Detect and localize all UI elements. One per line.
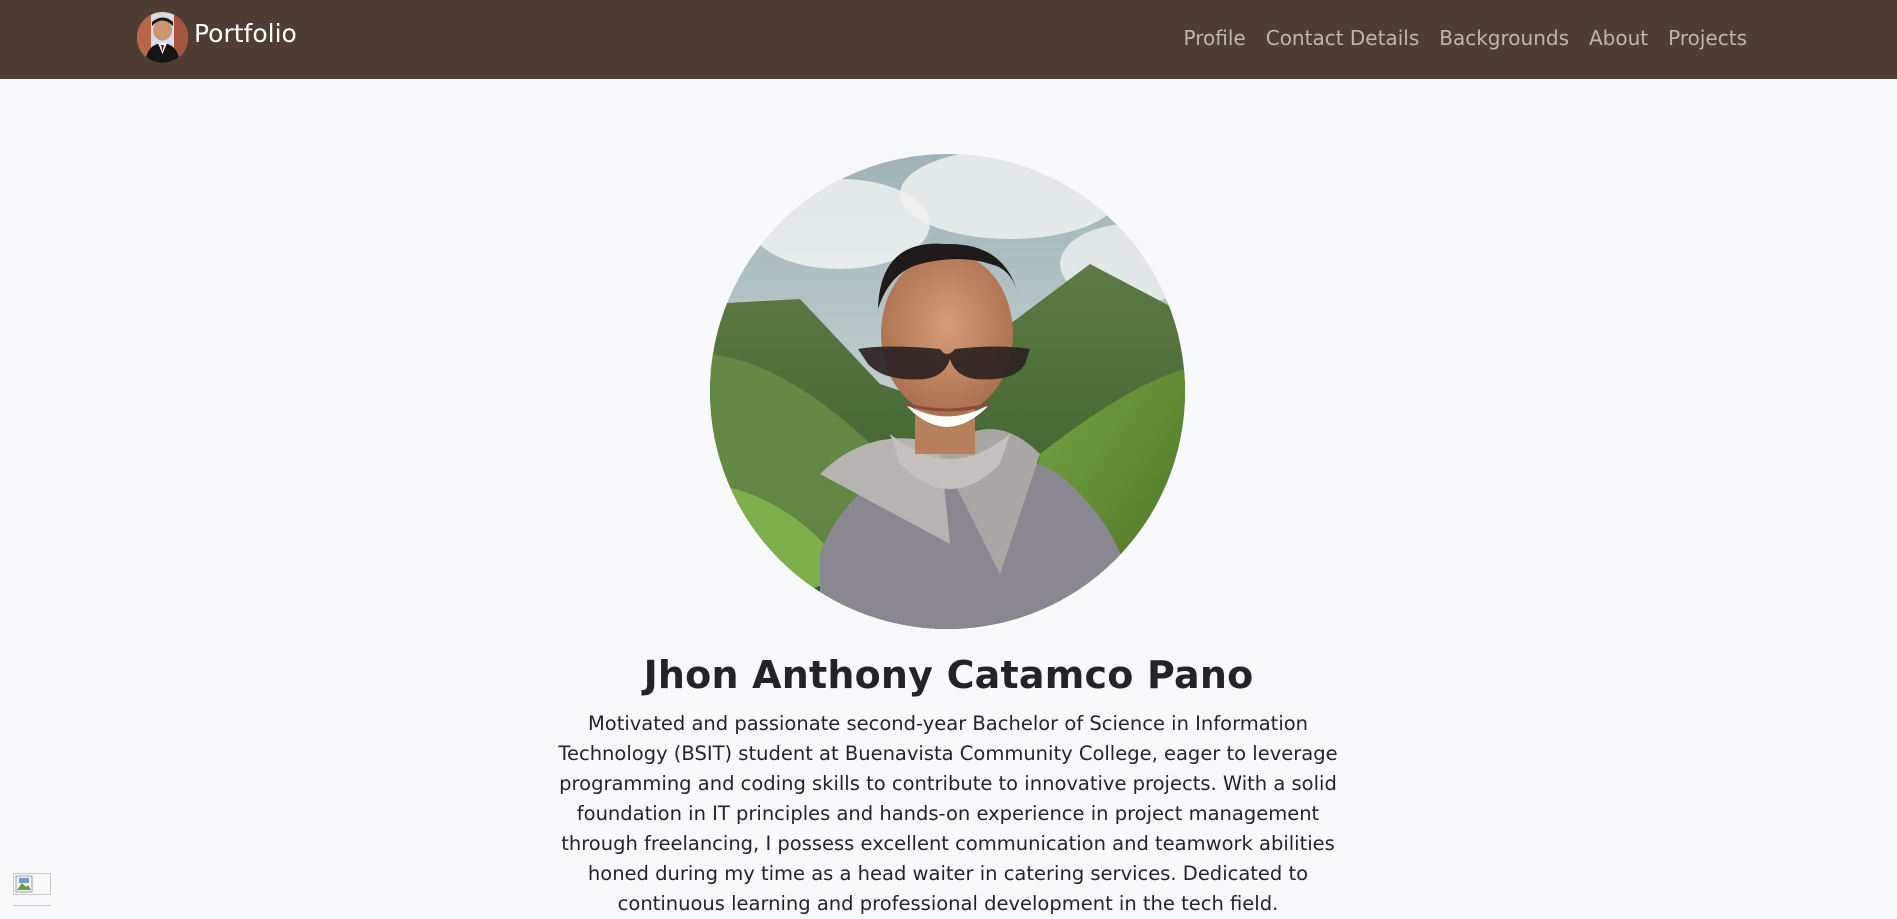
nav-link-about[interactable]: About bbox=[1579, 24, 1658, 52]
profile-name: Jhon Anthony Catamco Pano bbox=[643, 653, 1254, 697]
brand-title: Portfolio bbox=[194, 18, 297, 48]
broken-image-outline bbox=[13, 905, 51, 913]
profile-photo bbox=[710, 154, 1185, 629]
nav-links: Profile Contact Details Backgrounds Abou… bbox=[1174, 24, 1747, 52]
broken-image-icon bbox=[13, 873, 51, 895]
navbar: Portfolio Profile Contact Details Backgr… bbox=[0, 0, 1897, 79]
brand-link[interactable]: Portfolio bbox=[137, 11, 297, 63]
nav-link-contact-details[interactable]: Contact Details bbox=[1256, 24, 1430, 52]
nav-link-projects[interactable]: Projects bbox=[1658, 24, 1747, 52]
brand-avatar bbox=[137, 11, 188, 63]
nav-link-profile[interactable]: Profile bbox=[1174, 24, 1256, 52]
nav-link-backgrounds[interactable]: Backgrounds bbox=[1429, 24, 1579, 52]
profile-bio: Motivated and passionate second-year Bac… bbox=[558, 712, 1338, 915]
